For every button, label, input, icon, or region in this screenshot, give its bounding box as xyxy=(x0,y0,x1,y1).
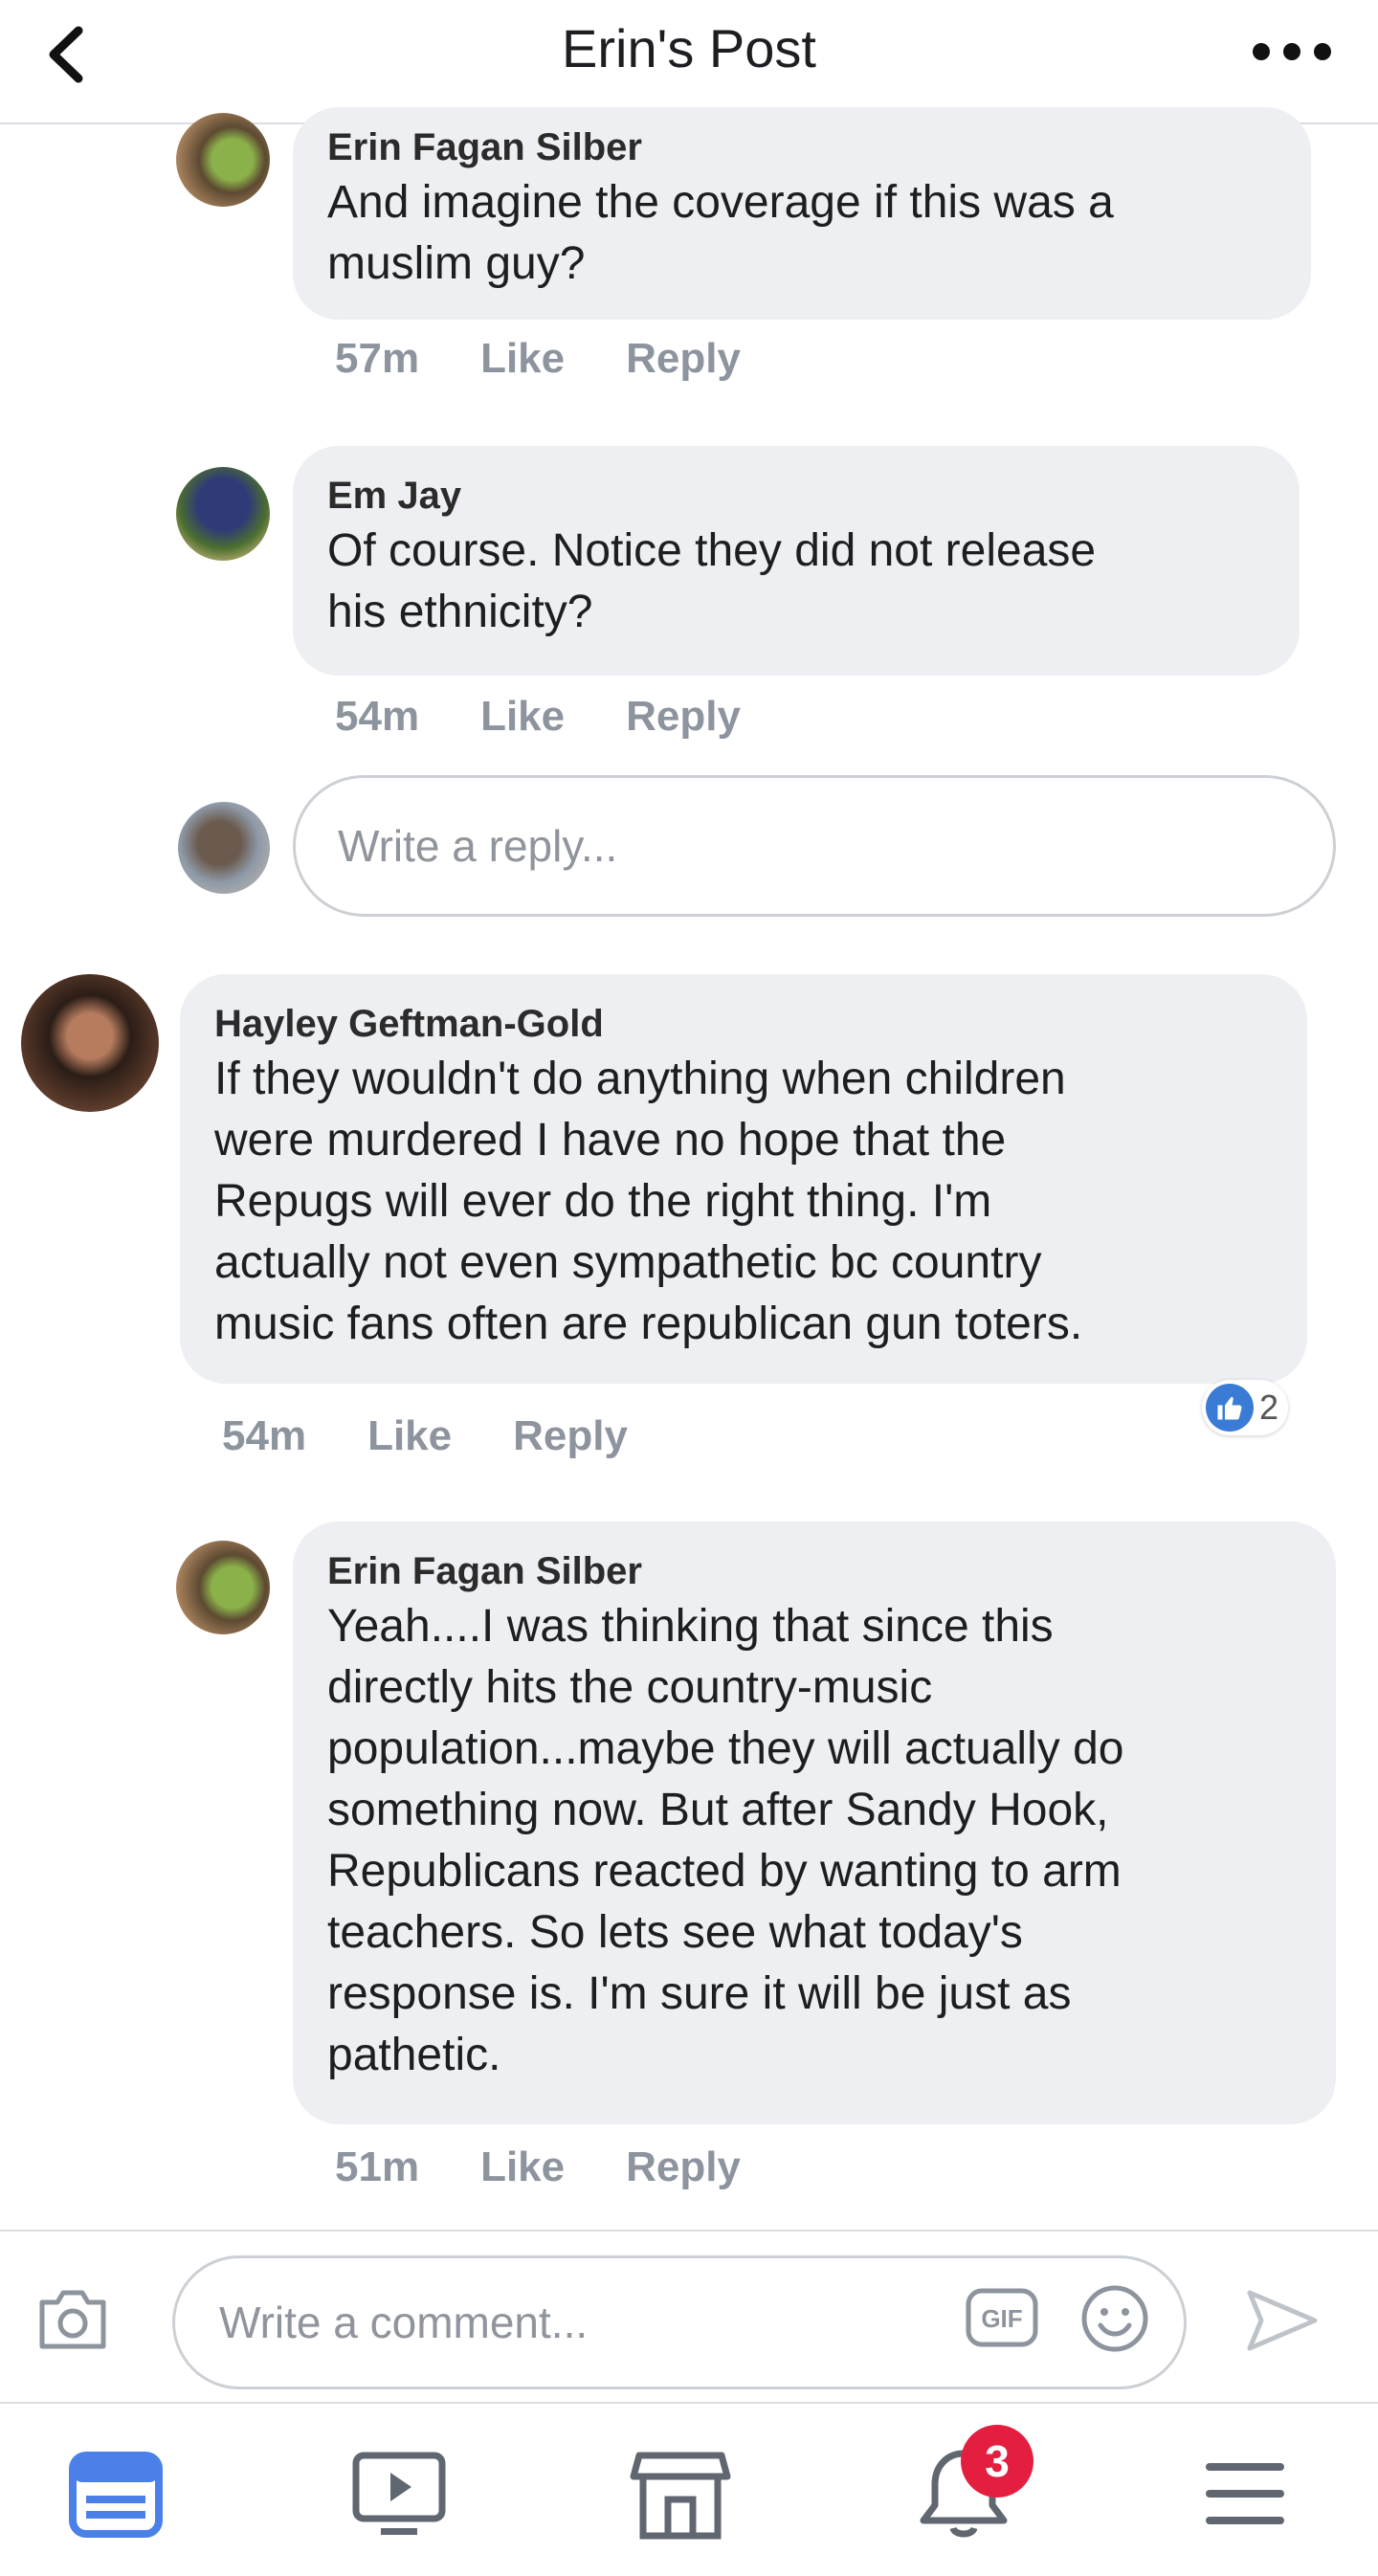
comment-text-line: muslim guy? xyxy=(327,238,586,289)
reaction-summary[interactable]: 2 xyxy=(1202,1380,1289,1435)
comment-text-line: music fans often are republican gun tote… xyxy=(214,1299,1083,1349)
comment-author[interactable]: Erin Fagan Silber xyxy=(327,122,1277,172)
comment-meta: 54m Like Reply xyxy=(222,1412,628,1460)
comment-text-line: pathetic. xyxy=(327,2030,501,2080)
like-button[interactable]: Like xyxy=(480,335,565,383)
comment-text-line: teachers. So lets see what today's xyxy=(327,1907,1023,1958)
reply-button[interactable]: Reply xyxy=(513,1412,628,1460)
top-bar: Erin's Post xyxy=(0,0,1378,124)
marketplace-tab-icon[interactable] xyxy=(628,2442,733,2547)
comment-time: 57m xyxy=(335,335,420,382)
camera-icon[interactable] xyxy=(36,2285,109,2352)
comment-text-line: If they wouldn't do anything when childr… xyxy=(214,1054,1066,1104)
comment-text-line: population...maybe they will actually do xyxy=(327,1723,1124,1774)
comment-author[interactable]: Em Jay xyxy=(327,471,1265,521)
comment-text-line: Of course. Notice they did not release xyxy=(327,525,1097,576)
menu-icon[interactable] xyxy=(1192,2442,1298,2547)
avatar-em-jay[interactable] xyxy=(176,467,270,561)
like-button[interactable]: Like xyxy=(367,1412,452,1460)
comment-time: 51m xyxy=(335,2143,420,2190)
avatar-hayley[interactable] xyxy=(21,974,159,1112)
comment-bubble: Erin Fagan Silber And imagine the covera… xyxy=(293,107,1311,320)
comment-meta: 57m Like Reply xyxy=(335,335,741,383)
comment-text-line: And imagine the coverage if this was a xyxy=(327,177,1114,228)
comment-author[interactable]: Erin Fagan Silber xyxy=(327,1546,1301,1596)
avatar-erin[interactable] xyxy=(176,1541,270,1634)
current-user-avatar xyxy=(178,802,270,894)
gif-label: GIF xyxy=(981,2304,1022,2333)
comment-text-line: were murdered I have no hope that the xyxy=(214,1115,1007,1166)
like-button[interactable]: Like xyxy=(480,2143,565,2191)
reply-button[interactable]: Reply xyxy=(626,693,741,741)
gif-icon[interactable]: GIF xyxy=(965,2287,1039,2348)
comment-text-line: actually not even sympathetic bc country xyxy=(214,1237,1042,1288)
comment-meta: 51m Like Reply xyxy=(335,2143,741,2191)
send-icon[interactable] xyxy=(1244,2287,1321,2354)
comment-text-line: his ethnicity? xyxy=(327,587,593,637)
comment-time: 54m xyxy=(335,693,420,740)
comment-author[interactable]: Hayley Geftman-Gold xyxy=(214,999,1273,1049)
comment-bubble: Erin Fagan Silber Yeah....I was thinking… xyxy=(293,1521,1336,2124)
comment-time: 54m xyxy=(222,1412,307,1459)
comment-composer: Write a comment... GIF xyxy=(0,2230,1378,2404)
comment-bubble: Hayley Geftman-Gold If they wouldn't do … xyxy=(180,974,1307,1384)
reply-button[interactable]: Reply xyxy=(626,2143,741,2191)
page-title: Erin's Post xyxy=(562,18,816,78)
comment-text-line: Republicans reacted by wanting to arm xyxy=(327,1846,1122,1897)
like-button[interactable]: Like xyxy=(480,693,565,741)
reply-input[interactable]: Write a reply... xyxy=(293,775,1336,917)
emoji-icon[interactable] xyxy=(1079,2283,1150,2354)
reply-button[interactable]: Reply xyxy=(626,335,741,383)
comment-meta: 54m Like Reply xyxy=(335,693,741,741)
comment-text-line: something now. But after Sandy Hook, xyxy=(327,1785,1109,1835)
notification-badge: 3 xyxy=(961,2425,1034,2498)
comment-bubble: Em Jay Of course. Notice they did not re… xyxy=(293,446,1300,676)
like-reaction-icon xyxy=(1206,1384,1254,1432)
reaction-count: 2 xyxy=(1259,1388,1279,1427)
comment-text-line: response is. I'm sure it will be just as xyxy=(327,1968,1072,2019)
comment-text-line: directly hits the country-music xyxy=(327,1662,933,1713)
bottom-tab-bar xyxy=(0,2402,1378,2576)
comment-text-line: Yeah....I was thinking that since this xyxy=(327,1601,1054,1652)
comment-text-line: Repugs will ever do the right thing. I'm xyxy=(214,1176,992,1227)
more-options-icon[interactable] xyxy=(1244,34,1340,69)
news-feed-tab-icon[interactable] xyxy=(63,2442,168,2547)
watch-tab-icon[interactable] xyxy=(346,2442,452,2547)
avatar-erin[interactable] xyxy=(176,113,270,207)
